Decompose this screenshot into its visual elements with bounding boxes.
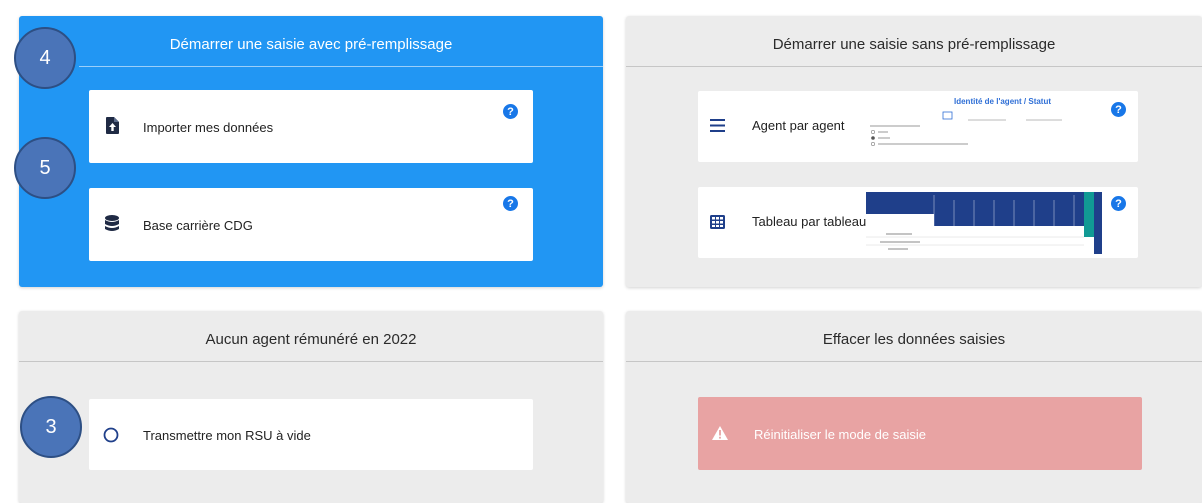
grid-icon xyxy=(710,215,725,234)
panel-empty-rsu: Aucun agent rémunéré en 2022 Transmettre… xyxy=(19,311,603,503)
import-data-label: Importer mes données xyxy=(143,120,274,135)
panel-divider xyxy=(626,66,1202,67)
table-by-table-card[interactable]: Tableau par tableau ? xyxy=(698,187,1138,258)
help-icon[interactable]: ? xyxy=(1111,196,1126,211)
agent-form-thumbnail-sketch xyxy=(870,111,1062,147)
cdg-career-base-card[interactable]: Base carrière CDG ? xyxy=(89,188,533,261)
help-icon[interactable]: ? xyxy=(1111,102,1126,117)
radio-circle-icon[interactable] xyxy=(103,427,119,448)
panel-divider xyxy=(626,361,1202,362)
table-thumbnail xyxy=(866,192,1102,254)
panel-empty-rsu-title: Aucun agent rémunéré en 2022 xyxy=(205,330,417,348)
agent-by-agent-label: Agent par agent xyxy=(752,118,845,133)
agent-by-agent-card[interactable]: Agent par agent Identité de l'agent / St… xyxy=(698,91,1138,162)
panel-prefill-title: Démarrer une saisie avec pré-remplissage xyxy=(169,35,453,53)
empty-rsu-label: Transmettre mon RSU à vide xyxy=(143,428,311,443)
table-by-table-label: Tableau par tableau xyxy=(752,214,867,229)
panel-noprefill-title: Démarrer une saisie sans pré-remplissage xyxy=(772,35,1056,53)
panel-prefill: Démarrer une saisie avec pré-remplissage… xyxy=(19,16,603,287)
panel-divider xyxy=(19,361,603,362)
annotation-badge-5: 5 xyxy=(14,137,76,199)
panel-divider xyxy=(79,66,603,67)
panel-noprefill: Démarrer une saisie sans pré-remplissage… xyxy=(626,16,1202,287)
panel-reset: Effacer les données saisies Réinitialise… xyxy=(626,311,1202,503)
cdg-career-base-label: Base carrière CDG xyxy=(143,218,253,233)
file-upload-icon xyxy=(106,117,119,139)
reset-mode-label: Réinitialiser le mode de saisie xyxy=(754,427,926,442)
reset-mode-card[interactable]: Réinitialiser le mode de saisie xyxy=(698,397,1142,470)
agent-form-thumbnail: Identité de l'agent / Statut xyxy=(868,97,1098,157)
panel-reset-title: Effacer les données saisies xyxy=(822,330,1006,348)
annotation-badge-4: 4 xyxy=(14,27,76,89)
help-icon[interactable]: ? xyxy=(503,104,518,119)
annotation-badge-3: 3 xyxy=(20,396,82,458)
import-data-card[interactable]: Importer mes données ? xyxy=(89,90,533,163)
database-icon xyxy=(105,215,119,237)
help-icon[interactable]: ? xyxy=(503,196,518,211)
list-icon xyxy=(710,119,725,137)
warning-icon xyxy=(712,426,728,445)
empty-rsu-card[interactable]: Transmettre mon RSU à vide xyxy=(89,399,533,470)
table-thumbnail-sketch xyxy=(866,192,1102,254)
